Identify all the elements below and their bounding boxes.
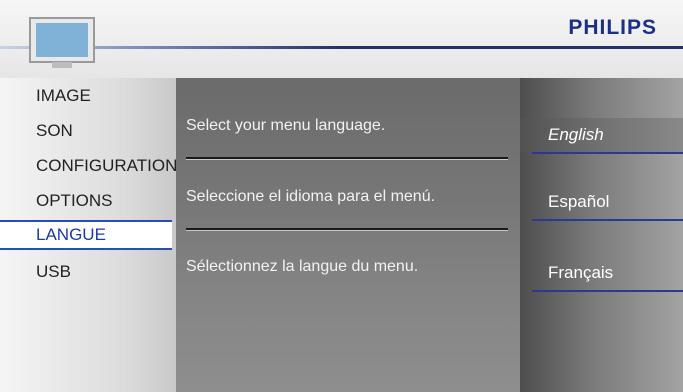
header-divider	[0, 46, 683, 49]
sidebar-item-usb[interactable]: USB	[0, 256, 176, 288]
option-divider	[532, 290, 683, 292]
sidebar-item-image[interactable]: IMAGE	[0, 80, 176, 112]
language-options: English Español Français	[520, 78, 683, 392]
tv-icon	[29, 17, 95, 68]
option-francais[interactable]: Français	[520, 256, 683, 290]
description-divider	[186, 228, 508, 230]
header-bar: PHILIPS	[0, 0, 683, 78]
description-french: Sélectionnez la langue du menu.	[186, 258, 419, 275]
sidebar-menu: IMAGE SON CONFIGURATION OPTIONS LANGUE U…	[0, 78, 177, 392]
description-divider	[186, 157, 508, 159]
option-english[interactable]: English	[520, 118, 683, 152]
description-spanish: Seleccione el idioma para el menú.	[186, 188, 436, 205]
brand-logo: PHILIPS	[568, 16, 657, 39]
sidebar-item-langue[interactable]: LANGUE	[0, 220, 172, 250]
description-panel: Select your menu language. Seleccione el…	[176, 78, 520, 392]
option-espanol[interactable]: Español	[520, 185, 683, 219]
description-english: Select your menu language.	[186, 117, 386, 134]
sidebar-item-son[interactable]: SON	[0, 115, 176, 147]
sidebar-item-configuration[interactable]: CONFIGURATION	[0, 150, 177, 182]
option-divider	[532, 219, 683, 221]
option-divider	[532, 152, 683, 154]
sidebar-item-options[interactable]: OPTIONS	[0, 185, 176, 217]
